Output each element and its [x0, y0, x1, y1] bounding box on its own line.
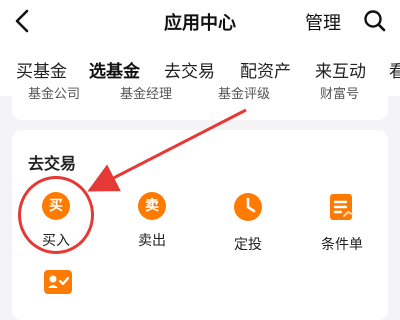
fund-manager-item[interactable]: 基金经理 — [120, 83, 172, 102]
fixed-investment-label: 定投 — [234, 237, 262, 253]
tab-buy-fund[interactable]: 买基金 — [16, 57, 67, 82]
fund-tools-section: 基金公司 基金经理 基金评级 财富号 — [12, 82, 388, 120]
document-icon — [330, 194, 353, 220]
fund-rating-item[interactable]: 基金评级 — [218, 83, 270, 102]
tab-trade[interactable]: 去交易 — [164, 57, 215, 82]
account-check-icon[interactable] — [44, 270, 72, 294]
sell-button[interactable]: 卖 卖出 — [112, 192, 192, 250]
tab-interact[interactable]: 来互动 — [315, 57, 366, 82]
fixed-investment-button[interactable]: 定投 — [208, 192, 288, 254]
tab-select-fund[interactable]: 选基金 — [89, 57, 140, 82]
condition-order-button[interactable]: 条件单 — [302, 192, 382, 254]
sell-icon: 卖 — [137, 192, 167, 222]
sell-label: 卖出 — [138, 233, 166, 249]
section-title: 去交易 — [28, 154, 77, 173]
manage-button[interactable]: 管理 — [305, 9, 341, 35]
highlight-circle — [18, 176, 94, 254]
fund-company-item[interactable]: 基金公司 — [28, 83, 80, 102]
tab-allocate-assets[interactable]: 配资产 — [240, 57, 291, 82]
clock-icon — [234, 193, 262, 221]
search-icon[interactable] — [363, 8, 387, 34]
wealth-account-item[interactable]: 财富号 — [320, 83, 359, 102]
condition-order-label: 条件单 — [321, 237, 363, 253]
app-header: 应用中心 管理 — [0, 0, 400, 44]
tab-more-partial[interactable]: 看 — [389, 57, 400, 82]
